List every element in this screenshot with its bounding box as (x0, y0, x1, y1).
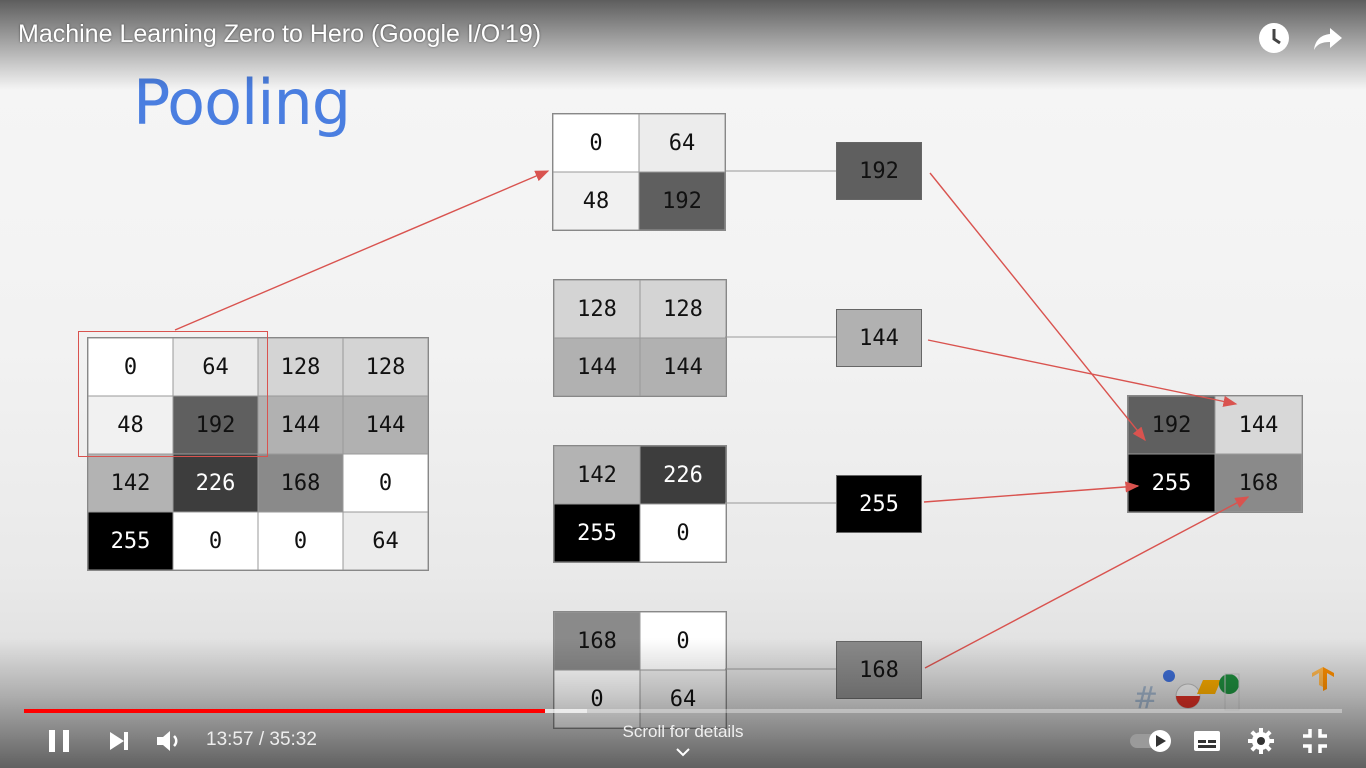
input-cell: 144 (343, 396, 428, 454)
pool-block: 128 128 144 144 (553, 279, 727, 397)
scroll-for-details[interactable]: Scroll for details (600, 722, 766, 742)
block-cell: 144 (640, 338, 726, 396)
input-cell: 226 (173, 454, 258, 512)
block-cell: 226 (640, 446, 726, 504)
settings-gear-icon[interactable] (1246, 726, 1276, 756)
block-cell: 48 (553, 172, 639, 230)
block-cell: 255 (554, 504, 640, 562)
progress-bar[interactable] (24, 709, 1342, 713)
time-separator: / (253, 729, 270, 750)
clock-icon[interactable] (1256, 20, 1292, 56)
block-cell: 144 (554, 338, 640, 396)
time-display: 13:57 / 35:32 (206, 729, 317, 751)
current-time: 13:57 (206, 729, 254, 750)
input-cell: 142 (88, 454, 173, 512)
pool-block: 142 226 255 0 (553, 445, 727, 563)
next-icon[interactable] (104, 726, 134, 756)
output-cell: 255 (1128, 454, 1215, 512)
autoplay-toggle-icon[interactable] (1128, 726, 1174, 756)
input-cell: 168 (258, 454, 343, 512)
share-arrow-icon[interactable] (1310, 20, 1346, 56)
chevron-down-icon[interactable] (675, 746, 691, 758)
max-to-output-arrow (929, 172, 1146, 442)
pooling-window-highlight (78, 331, 268, 457)
output-cell: 168 (1215, 454, 1302, 512)
block-cell: 0 (553, 114, 639, 172)
block-cell: 128 (554, 280, 640, 338)
block-cell: 0 (640, 504, 726, 562)
played-bar (24, 709, 545, 713)
input-cell: 128 (343, 338, 428, 396)
max-value: 144 (836, 309, 922, 367)
pause-icon[interactable] (44, 726, 74, 756)
input-cell: 0 (173, 512, 258, 570)
input-cell: 0 (258, 512, 343, 570)
max-value: 192 (836, 142, 922, 200)
block-cell: 192 (639, 172, 725, 230)
output-grid: 192 144 255 168 (1127, 395, 1303, 513)
output-cell: 192 (1128, 396, 1215, 454)
input-cell: 128 (258, 338, 343, 396)
input-cell: 144 (258, 396, 343, 454)
subtitles-icon[interactable] (1192, 726, 1222, 756)
volume-icon[interactable] (154, 726, 184, 756)
max-value: 255 (836, 475, 922, 533)
input-cell: 0 (343, 454, 428, 512)
block-cell: 128 (640, 280, 726, 338)
window-to-block-arrow (174, 170, 550, 331)
pool-block: 0 64 48 192 (552, 113, 726, 231)
input-cell: 255 (88, 512, 173, 570)
input-cell: 64 (343, 512, 428, 570)
block-cell: 142 (554, 446, 640, 504)
video-title[interactable]: Machine Learning Zero to Hero (Google I/… (18, 20, 541, 49)
output-cell: 144 (1215, 396, 1302, 454)
block-cell: 64 (639, 114, 725, 172)
block-connectors (725, 170, 836, 670)
exit-fullscreen-icon[interactable] (1300, 726, 1330, 756)
video-player[interactable]: Pooling 0 64 128 128 48 192 144 144 142 … (0, 0, 1366, 768)
max-to-output-arrow (923, 481, 1140, 503)
duration: 35:32 (269, 729, 317, 750)
